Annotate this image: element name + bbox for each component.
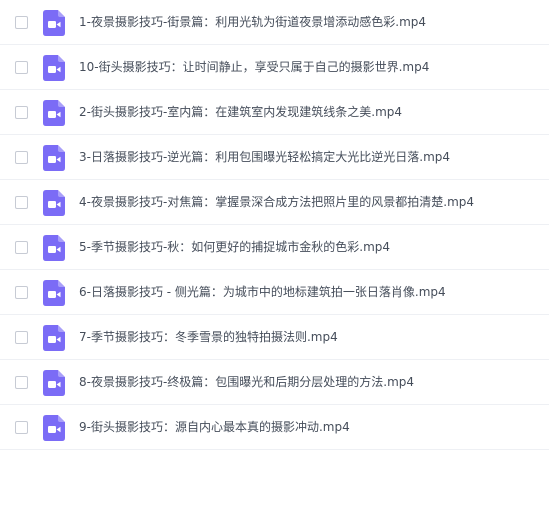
file-name[interactable]: 8-夜景摄影技巧-终极篇：包围曝光和后期分层处理的方法.mp4	[79, 374, 414, 390]
row-checkbox[interactable]	[15, 106, 28, 119]
video-file-icon	[43, 10, 65, 36]
file-name[interactable]: 1-夜景摄影技巧-街景篇：利用光轨为街道夜景增添动感色彩.mp4	[79, 14, 426, 30]
video-file-icon	[43, 235, 65, 261]
video-file-icon	[43, 55, 65, 81]
file-row[interactable]: 1-夜景摄影技巧-街景篇：利用光轨为街道夜景增添动感色彩.mp4	[0, 0, 549, 45]
video-file-icon	[43, 325, 65, 351]
file-row[interactable]: 4-夜景摄影技巧-对焦篇：掌握景深合成方法把照片里的风景都拍清楚.mp4	[0, 180, 549, 225]
row-checkbox[interactable]	[15, 376, 28, 389]
file-row[interactable]: 9-街头摄影技巧：源自内心最本真的摄影冲动.mp4	[0, 405, 549, 450]
video-file-icon	[43, 415, 65, 441]
file-name[interactable]: 5-季节摄影技巧-秋：如何更好的捕捉城市金秋的色彩.mp4	[79, 239, 390, 255]
file-row[interactable]: 10-街头摄影技巧：让时间静止，享受只属于自己的摄影世界.mp4	[0, 45, 549, 90]
file-name[interactable]: 2-街头摄影技巧-室内篇：在建筑室内发现建筑线条之美.mp4	[79, 104, 402, 120]
file-list: 1-夜景摄影技巧-街景篇：利用光轨为街道夜景增添动感色彩.mp4 10-街头摄影…	[0, 0, 549, 450]
row-checkbox[interactable]	[15, 151, 28, 164]
row-checkbox[interactable]	[15, 61, 28, 74]
file-row[interactable]: 3-日落摄影技巧-逆光篇：利用包围曝光轻松搞定大光比逆光日落.mp4	[0, 135, 549, 180]
file-row[interactable]: 2-街头摄影技巧-室内篇：在建筑室内发现建筑线条之美.mp4	[0, 90, 549, 135]
video-file-icon	[43, 370, 65, 396]
file-name[interactable]: 7-季节摄影技巧：冬季雪景的独特拍摄法则.mp4	[79, 329, 338, 345]
row-checkbox[interactable]	[15, 196, 28, 209]
file-name[interactable]: 9-街头摄影技巧：源自内心最本真的摄影冲动.mp4	[79, 419, 350, 435]
file-name[interactable]: 6-日落摄影技巧 - 侧光篇：为城市中的地标建筑拍一张日落肖像.mp4	[79, 284, 446, 300]
row-checkbox[interactable]	[15, 16, 28, 29]
file-name[interactable]: 10-街头摄影技巧：让时间静止，享受只属于自己的摄影世界.mp4	[79, 59, 429, 75]
file-name[interactable]: 4-夜景摄影技巧-对焦篇：掌握景深合成方法把照片里的风景都拍清楚.mp4	[79, 194, 474, 210]
file-row[interactable]: 7-季节摄影技巧：冬季雪景的独特拍摄法则.mp4	[0, 315, 549, 360]
file-name[interactable]: 3-日落摄影技巧-逆光篇：利用包围曝光轻松搞定大光比逆光日落.mp4	[79, 149, 450, 165]
video-file-icon	[43, 145, 65, 171]
file-row[interactable]: 8-夜景摄影技巧-终极篇：包围曝光和后期分层处理的方法.mp4	[0, 360, 549, 405]
video-file-icon	[43, 190, 65, 216]
file-row[interactable]: 6-日落摄影技巧 - 侧光篇：为城市中的地标建筑拍一张日落肖像.mp4	[0, 270, 549, 315]
video-file-icon	[43, 280, 65, 306]
row-checkbox[interactable]	[15, 421, 28, 434]
video-file-icon	[43, 100, 65, 126]
row-checkbox[interactable]	[15, 331, 28, 344]
row-checkbox[interactable]	[15, 286, 28, 299]
row-checkbox[interactable]	[15, 241, 28, 254]
file-row[interactable]: 5-季节摄影技巧-秋：如何更好的捕捉城市金秋的色彩.mp4	[0, 225, 549, 270]
